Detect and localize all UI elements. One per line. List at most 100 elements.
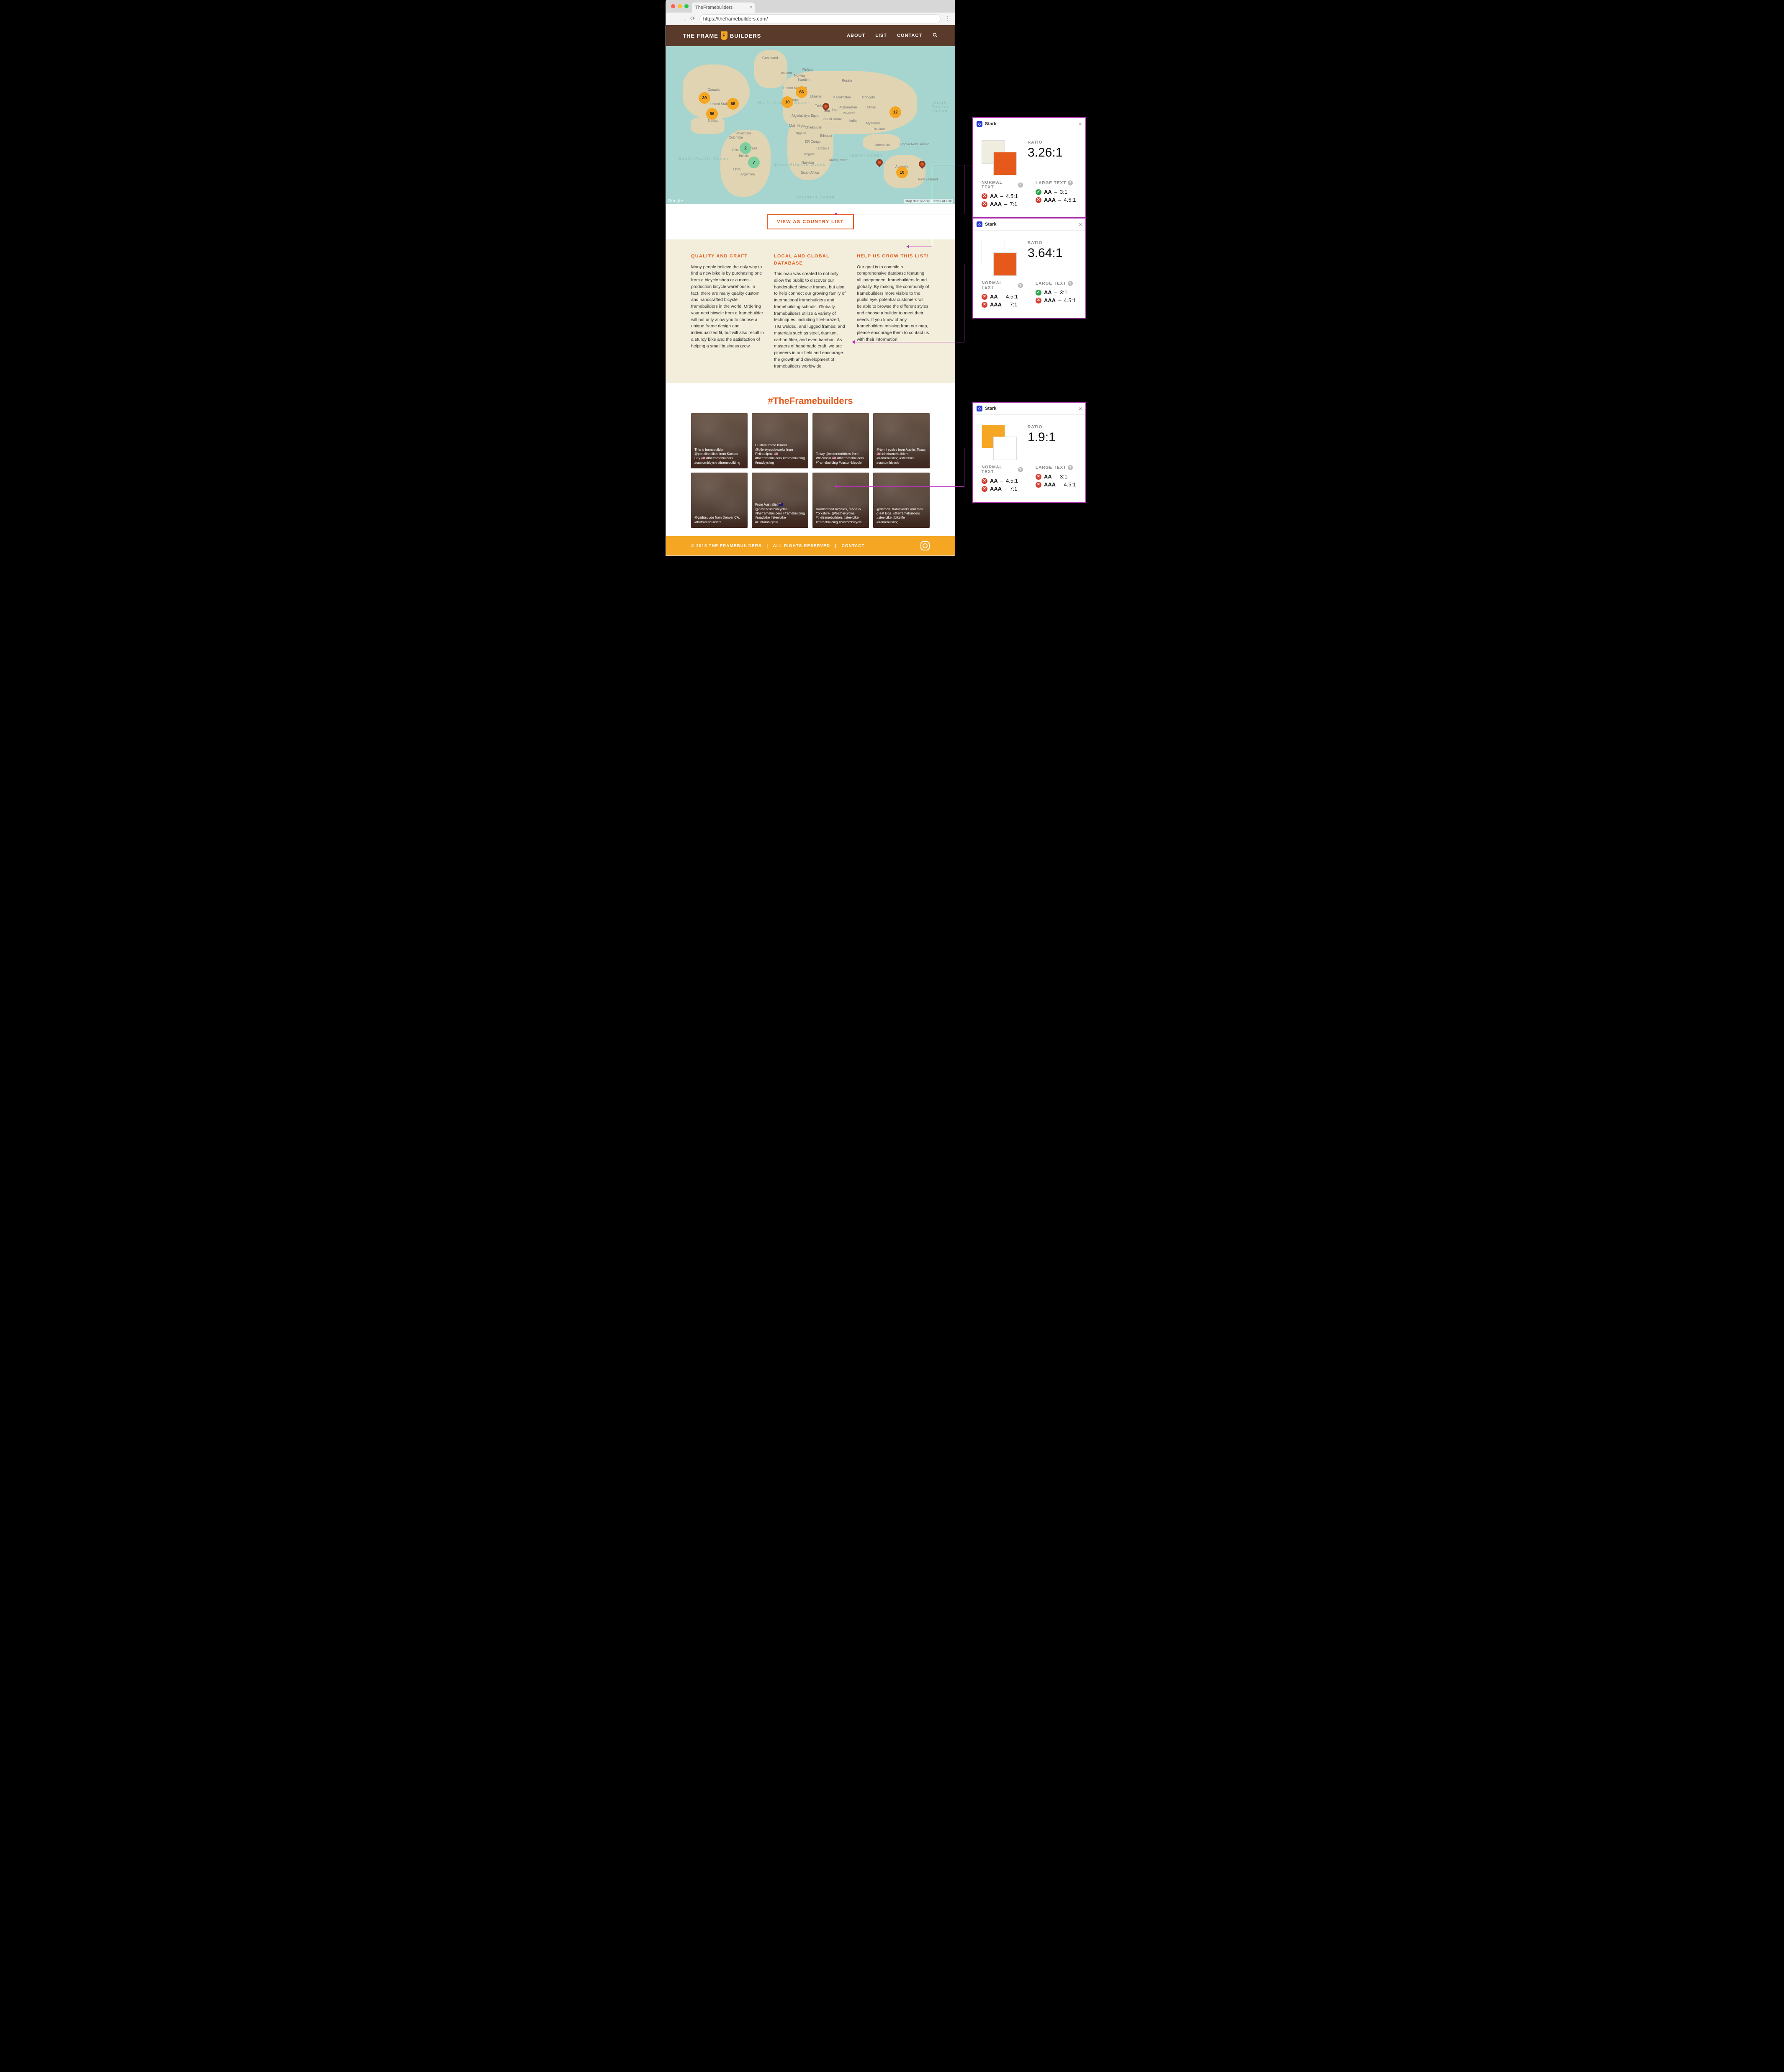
column-body: Many people believe the only way to find… (691, 264, 764, 350)
brand-logo[interactable]: THE FRAME F BUILDERS (683, 31, 761, 40)
map-country-label: New Zealand (918, 177, 938, 181)
map-cluster[interactable]: 39 (699, 92, 710, 104)
map-country-label: Canada (708, 88, 720, 92)
terms-link[interactable]: Terms of Use (932, 199, 952, 203)
stark-logo-icon: ◇ (977, 121, 982, 127)
back-icon[interactable]: ← (670, 15, 676, 22)
map-country-label: Myanmar (866, 121, 880, 125)
fail-icon: ✕ (1036, 298, 1041, 303)
annotation-line (837, 486, 964, 487)
grid-card[interactable]: @gallusdude from Denver CA. #theframebui… (691, 473, 748, 528)
close-window-icon[interactable] (671, 4, 675, 8)
card-caption: Today @waterfordbikes from Wisconsin 🇺🇸 … (812, 449, 869, 468)
map-country-label: Tanzania (816, 147, 829, 150)
map-cluster[interactable]: 68 (727, 98, 739, 110)
fail-icon: ✕ (982, 478, 987, 484)
search-icon[interactable] (932, 32, 938, 39)
column-body: This map was created to not only allow t… (774, 271, 847, 370)
map-country-label: South Africa (801, 171, 819, 175)
browser-tab[interactable]: TheFramebuilders × (692, 3, 755, 13)
help-icon[interactable]: ? (1018, 183, 1023, 188)
help-icon[interactable]: ? (1068, 180, 1073, 185)
ocean-label: Indian Ocean (850, 153, 883, 157)
maximize-window-icon[interactable] (684, 4, 689, 8)
map-country-label: Angola (804, 152, 815, 156)
map-country-label: Namibia (802, 161, 814, 165)
stark-title: Stark (985, 121, 997, 126)
color-swatches (982, 241, 1015, 274)
ocean-label: South Pacific Ocean (679, 157, 729, 161)
map-country-label: Iceland (781, 71, 792, 75)
swatch-background (993, 252, 1017, 276)
arrow-icon (834, 212, 837, 216)
footer-contact-link[interactable]: CONTACT (841, 544, 864, 548)
close-icon[interactable]: × (1079, 405, 1082, 412)
grid-card[interactable]: From Australia! 🇦🇺 @devlincustomcycles #… (752, 473, 808, 528)
grid-card[interactable]: Handcrafted bicycles, made in Yorkshire.… (812, 473, 869, 528)
fail-icon: ✕ (1036, 482, 1041, 488)
stark-title: Stark (985, 222, 997, 227)
column-database: LOCAL AND GLOBAL DATABASE This map was c… (774, 253, 847, 370)
hashtag-heading: #TheFramebuilders (666, 396, 955, 406)
help-icon[interactable]: ? (1018, 467, 1023, 472)
ratio-display: RATIO 3.64:1 (1028, 241, 1062, 260)
large-text-results: LARGE TEXT? ✓AA – 3:1 ✕AAA – 4.5:1 (1036, 281, 1077, 309)
normal-text-results: NORMAL TEXT? ✕AA – 4.5:1 ✕AAA – 7:1 (982, 281, 1023, 309)
map-cluster[interactable]: 7 (748, 157, 760, 168)
fail-icon: ✕ (982, 294, 987, 300)
close-icon[interactable]: × (1079, 121, 1082, 127)
instagram-icon[interactable] (920, 541, 930, 550)
logo-shield-icon: F (721, 31, 727, 40)
address-bar[interactable]: https://theframebuilders.com/ (699, 14, 941, 23)
fail-icon: ✕ (982, 201, 987, 207)
swatch-background (993, 152, 1017, 175)
ocean-label: South Atlantic Ocean (774, 162, 826, 167)
map-cluster[interactable]: 2 (740, 142, 751, 154)
help-icon[interactable]: ? (1018, 283, 1023, 288)
window-controls (669, 0, 692, 13)
large-text-results: LARGE TEXT? ✕AA – 3:1 ✕AAA – 4.5:1 (1036, 465, 1077, 494)
map-cluster[interactable]: 12 (889, 106, 901, 118)
map-cluster[interactable]: 10 (896, 167, 908, 178)
grid-card[interactable]: @tomii cycles from Austin, Texas 🇺🇸 #the… (873, 413, 930, 468)
map-country-label: Greenland (762, 56, 778, 60)
swatch-background (993, 437, 1017, 460)
forward-icon[interactable]: → (680, 15, 686, 22)
google-logo: Google (668, 198, 683, 203)
menu-icon[interactable]: ⋮ (945, 15, 951, 22)
grid-card[interactable]: Today @waterfordbikes from Wisconsin 🇺🇸 … (812, 413, 869, 468)
map-cluster[interactable]: 56 (706, 108, 718, 120)
map-cluster[interactable]: 10 (781, 96, 793, 108)
view-country-list-button[interactable]: VIEW AS COUNTRY LIST (767, 214, 854, 229)
browser-tabbar: TheFramebuilders × (666, 0, 955, 13)
map-country-label: Ukraine (810, 95, 822, 98)
nav-list[interactable]: LIST (875, 33, 887, 38)
minimize-window-icon[interactable] (678, 4, 682, 8)
map-country-label: Ethiopia (820, 134, 832, 138)
nav-about[interactable]: ABOUT (847, 33, 865, 38)
reload-icon[interactable]: ⟳ (690, 15, 695, 22)
map-country-label: Sudan (812, 126, 822, 129)
grid-card[interactable]: @demon_frameworks and their great lugs. … (873, 473, 930, 528)
map-attribution: Map data ©2018 Terms of Use (904, 199, 953, 203)
map-country-label: Algeria (792, 114, 802, 118)
help-icon[interactable]: ? (1068, 281, 1073, 286)
map-cluster[interactable]: 66 (796, 86, 807, 98)
map-country-label: Argentina (740, 172, 755, 176)
help-icon[interactable]: ? (1068, 465, 1073, 470)
map-country-label: Peru (732, 148, 739, 152)
cta-section: VIEW AS COUNTRY LIST (666, 204, 955, 239)
column-heading: LOCAL AND GLOBAL DATABASE (774, 253, 847, 267)
world-map[interactable]: North Pacific Ocean South Pacific Ocean … (666, 46, 955, 204)
nav-contact[interactable]: CONTACT (897, 33, 922, 38)
fail-icon: ✕ (982, 302, 987, 308)
map-country-label: Mongolia (862, 95, 875, 99)
grid-card[interactable]: This is framebuilder @pedalinobikes from… (691, 413, 748, 468)
tab-close-icon[interactable]: × (750, 5, 752, 10)
map-country-label: Chile (733, 167, 740, 171)
grid-card[interactable]: Custom frame builder @bilenkycycleworks … (752, 413, 808, 468)
close-icon[interactable]: × (1079, 221, 1082, 228)
map-country-label: Colombia (729, 136, 743, 139)
map-country-label: Papua New Guinea (900, 142, 929, 146)
normal-text-results: NORMAL TEXT? ✕AA – 4.5:1 ✕AAA – 7:1 (982, 465, 1023, 494)
